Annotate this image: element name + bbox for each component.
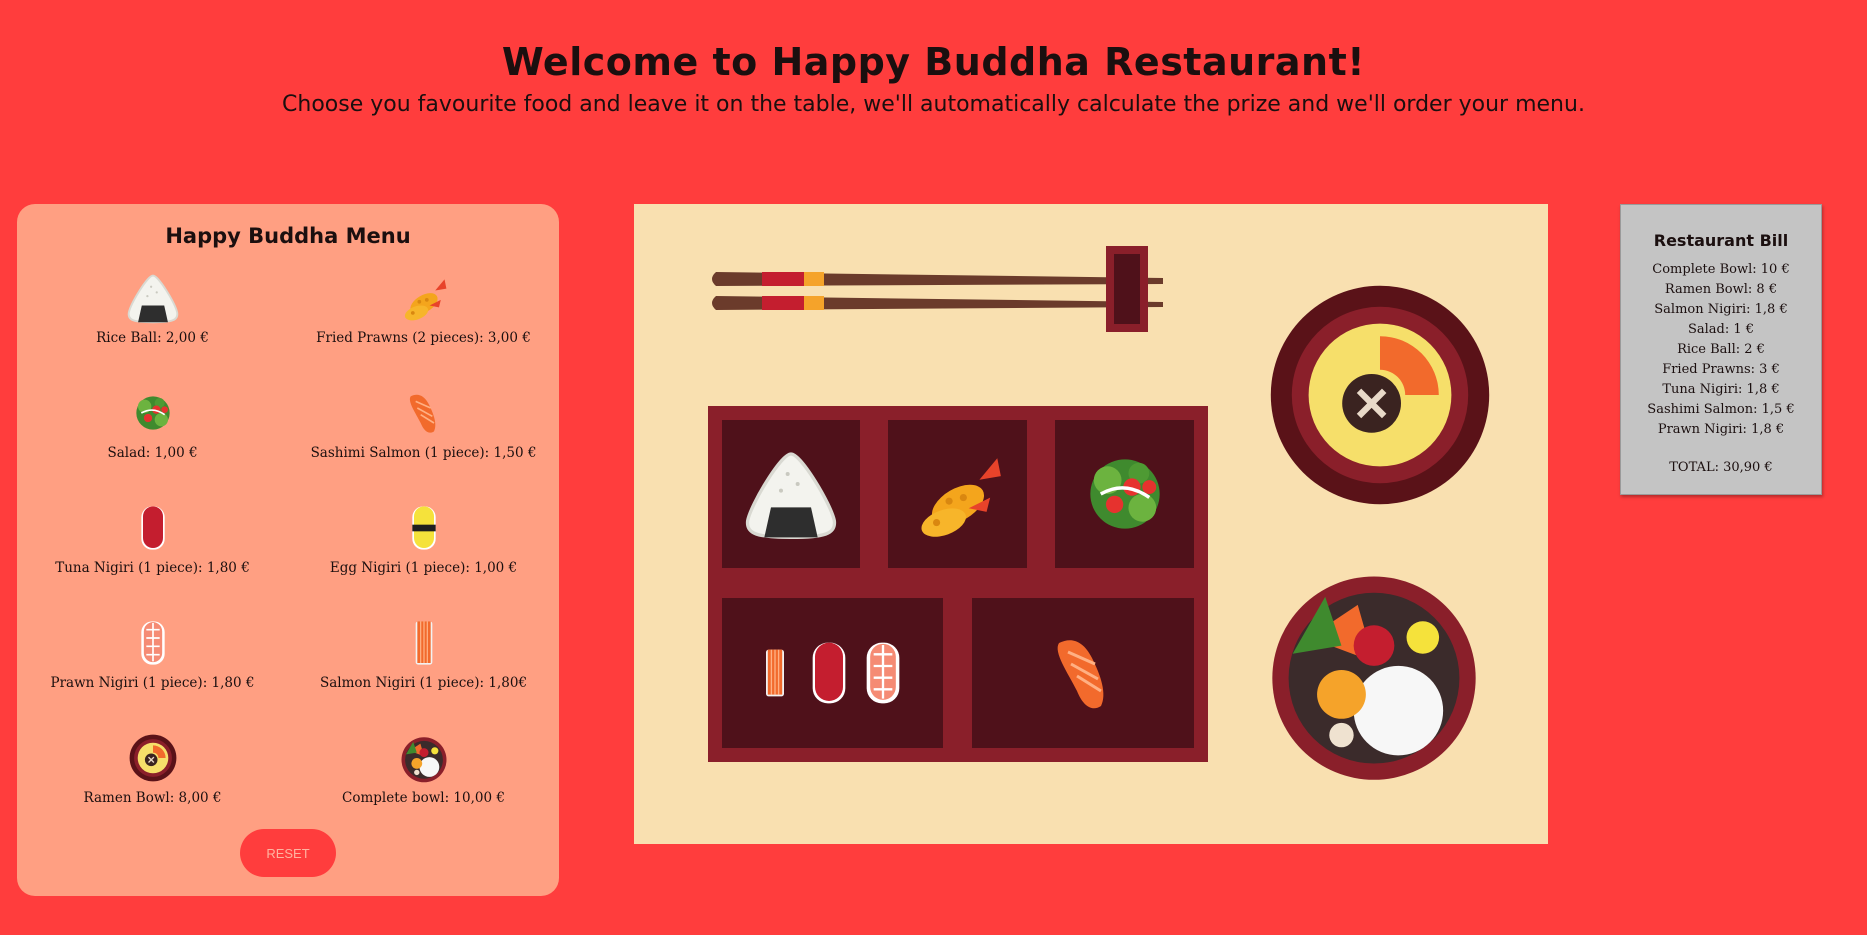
menu-item-label: Rice Ball: 2,00 € [96, 330, 209, 346]
bill-line: Rice Ball: 2 € [1677, 342, 1765, 357]
menu-item-label: Sashimi Salmon (1 piece): 1,50 € [310, 445, 537, 461]
bill-line: Complete Bowl: 10 € [1652, 262, 1790, 277]
bento-slot-rice-ball[interactable] [722, 420, 860, 568]
menu-item-salad[interactable]: Salad: 1,00 € [17, 385, 288, 500]
sashimi-salmon-icon[interactable] [1038, 623, 1128, 723]
menu-panel: Happy Buddha Menu Rice Ball: 2,00 € Frie… [17, 204, 559, 896]
rice-ball-icon[interactable] [741, 446, 841, 542]
menu-item-label: Salad: 1,00 € [107, 445, 198, 461]
bill-line: Sashimi Salmon: 1,5 € [1647, 402, 1795, 417]
menu-item-label: Prawn Nigiri (1 piece): 1,80 € [50, 675, 255, 691]
salad-icon[interactable] [1073, 445, 1177, 543]
bento-slot-salad[interactable] [1055, 420, 1194, 568]
tuna-nigiri-icon[interactable] [124, 500, 182, 556]
bill-title: Restaurant Bill [1653, 231, 1789, 250]
fried-prawns-icon[interactable] [903, 444, 1013, 544]
complete-bowl-icon[interactable] [1252, 548, 1496, 792]
bill-line: Fried Prawns: 3 € [1662, 362, 1780, 377]
bill-line: Ramen Bowl: 8 € [1664, 282, 1778, 297]
sashimi-salmon-icon[interactable] [395, 385, 453, 441]
ramen-bowl-icon[interactable] [124, 730, 182, 786]
menu-item-fried-prawns[interactable]: Fried Prawns (2 pieces): 3,00 € [288, 270, 559, 385]
page-title: Welcome to Happy Buddha Restaurant! [501, 40, 1366, 84]
menu-item-egg-nigiri[interactable]: Egg Nigiri (1 piece): 1,00 € [288, 500, 559, 615]
menu-grid: Rice Ball: 2,00 € Fried Prawns (2 pieces… [17, 270, 559, 845]
bill-line: Tuna Nigiri: 1,8 € [1662, 382, 1780, 397]
menu-item-tuna-nigiri[interactable]: Tuna Nigiri (1 piece): 1,80 € [17, 500, 288, 615]
menu-item-label: Fried Prawns (2 pieces): 3,00 € [316, 330, 531, 346]
menu-item-label: Complete bowl: 10,00 € [342, 790, 505, 806]
salmon-nigiri-icon[interactable] [395, 615, 453, 671]
prawn-nigiri-icon[interactable] [124, 615, 182, 671]
egg-nigiri-icon[interactable] [395, 500, 453, 556]
salad-icon[interactable] [124, 385, 182, 441]
bento-box [708, 406, 1208, 762]
bill-total: TOTAL: 30,90 € [1669, 460, 1773, 475]
bill-line: Salad: 1 € [1687, 322, 1755, 337]
page-header: Welcome to Happy Buddha Restaurant! Choo… [0, 40, 1867, 117]
page-subtitle: Choose you favourite food and leave it o… [282, 92, 1585, 117]
chopsticks-icon[interactable] [708, 242, 1168, 332]
prawn-nigiri-icon[interactable] [848, 621, 918, 725]
rice-ball-icon[interactable] [124, 270, 182, 326]
ramen-bowl-icon[interactable] [1254, 270, 1506, 520]
bento-slot-fried-prawns[interactable] [888, 420, 1027, 568]
menu-item-ramen-bowl[interactable]: Ramen Bowl: 8,00 € [17, 730, 288, 845]
menu-item-prawn-nigiri[interactable]: Prawn Nigiri (1 piece): 1,80 € [17, 615, 288, 730]
menu-item-label: Ramen Bowl: 8,00 € [83, 790, 222, 806]
menu-item-sashimi-salmon[interactable]: Sashimi Salmon (1 piece): 1,50 € [288, 385, 559, 500]
menu-item-label: Salmon Nigiri (1 piece): 1,80€ [319, 675, 528, 691]
reset-button[interactable]: RESET [240, 829, 336, 877]
menu-item-label: Tuna Nigiri (1 piece): 1,80 € [55, 560, 250, 576]
bill-line: Prawn Nigiri: 1,8 € [1657, 422, 1785, 437]
complete-bowl-icon[interactable] [395, 730, 453, 786]
menu-item-label: Egg Nigiri (1 piece): 1,00 € [329, 560, 518, 576]
menu-item-rice-ball[interactable]: Rice Ball: 2,00 € [17, 270, 288, 385]
bill-line: Salmon Nigiri: 1,8 € [1654, 302, 1788, 317]
menu-item-complete-bowl[interactable]: Complete bowl: 10,00 € [288, 730, 559, 845]
restaurant-bill: Restaurant Bill Complete Bowl: 10 € Rame… [1620, 204, 1822, 495]
dining-table[interactable] [634, 204, 1548, 844]
fried-prawns-icon[interactable] [395, 270, 453, 326]
menu-title: Happy Buddha Menu [165, 224, 411, 248]
bento-slot-nigiri[interactable] [722, 598, 943, 748]
menu-item-salmon-nigiri[interactable]: Salmon Nigiri (1 piece): 1,80€ [288, 615, 559, 730]
bento-slot-sashimi[interactable] [972, 598, 1194, 748]
